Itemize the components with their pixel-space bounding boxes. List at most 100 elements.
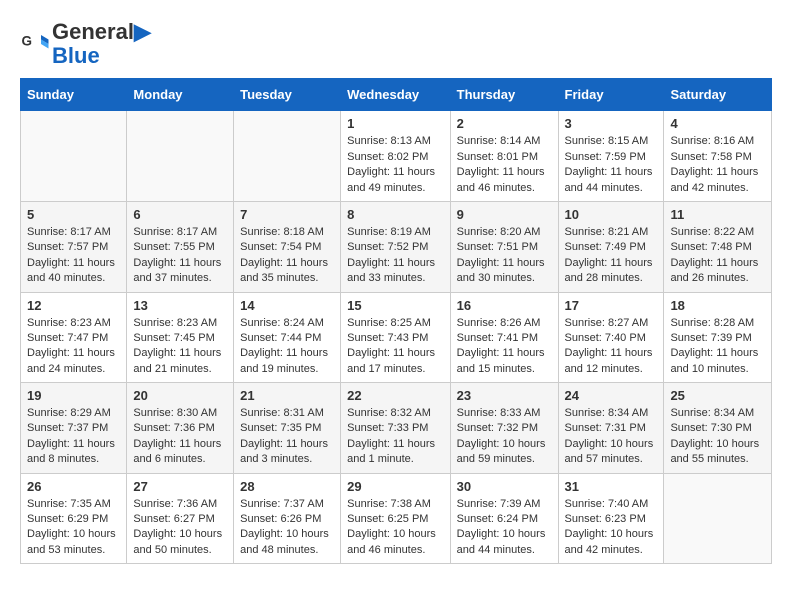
calendar-cell: 7 Sunrise: 8:18 AM Sunset: 7:54 PM Daylig… [234, 201, 341, 292]
header-day-monday: Monday [127, 79, 234, 111]
day-info: Sunrise: 8:16 AM Sunset: 7:58 PM Dayligh… [670, 134, 765, 196]
day-info: Sunrise: 8:13 AM Sunset: 8:02 PM Dayligh… [347, 134, 444, 196]
calendar-cell: 12 Sunrise: 8:23 AM Sunset: 7:47 PM Dayli… [21, 292, 127, 383]
calendar-cell: 1 Sunrise: 8:13 AM Sunset: 8:02 PM Daylig… [341, 111, 451, 202]
calendar-body: 1 Sunrise: 8:13 AM Sunset: 8:02 PM Daylig… [21, 111, 772, 564]
day-number: 26 [27, 479, 120, 494]
day-number: 24 [565, 388, 658, 403]
calendar-cell: 20 Sunrise: 8:30 AM Sunset: 7:36 PM Dayli… [127, 383, 234, 474]
calendar-week-row: 5 Sunrise: 8:17 AM Sunset: 7:57 PM Daylig… [21, 201, 772, 292]
header-day-thursday: Thursday [450, 79, 558, 111]
calendar-cell: 18Sunrise: 8:28 AM Sunset: 7:39 PM Dayli… [664, 292, 772, 383]
day-number: 15 [347, 298, 444, 313]
day-number: 16 [457, 298, 552, 313]
day-info: Sunrise: 8:22 AM Sunset: 7:48 PM Dayligh… [670, 225, 765, 287]
calendar-cell: 29Sunrise: 7:38 AM Sunset: 6:25 PM Dayli… [341, 473, 451, 564]
day-number: 30 [457, 479, 552, 494]
calendar-cell: 21 Sunrise: 8:31 AM Sunset: 7:35 PM Dayli… [234, 383, 341, 474]
calendar-cell: 11Sunrise: 8:22 AM Sunset: 7:48 PM Dayli… [664, 201, 772, 292]
page-header: G General▶ Blue [20, 20, 772, 68]
day-info: Sunrise: 7:39 AM Sunset: 6:24 PM Dayligh… [457, 497, 552, 559]
day-info: Sunrise: 8:34 AM Sunset: 7:30 PM Dayligh… [670, 406, 765, 468]
day-info: Sunrise: 8:27 AM Sunset: 7:40 PM Dayligh… [565, 316, 658, 378]
calendar-cell: 16 Sunrise: 8:26 AM Sunset: 7:41 PM Dayli… [450, 292, 558, 383]
day-number: 18 [670, 298, 765, 313]
day-info: Sunrise: 8:30 AM Sunset: 7:36 PM Dayligh… [133, 406, 227, 468]
day-info: Sunrise: 8:18 AM Sunset: 7:54 PM Dayligh… [240, 225, 334, 287]
header-day-saturday: Saturday [664, 79, 772, 111]
day-info: Sunrise: 7:40 AM Sunset: 6:23 PM Dayligh… [565, 497, 658, 559]
day-info: Sunrise: 8:24 AM Sunset: 7:44 PM Dayligh… [240, 316, 334, 378]
header-day-tuesday: Tuesday [234, 79, 341, 111]
day-info: Sunrise: 8:31 AM Sunset: 7:35 PM Dayligh… [240, 406, 334, 468]
calendar-cell: 19Sunrise: 8:29 AM Sunset: 7:37 PM Dayli… [21, 383, 127, 474]
header-day-sunday: Sunday [21, 79, 127, 111]
day-number: 6 [133, 207, 227, 222]
svg-text:G: G [22, 34, 33, 49]
calendar-cell: 3 Sunrise: 8:15 AM Sunset: 7:59 PM Daylig… [558, 111, 664, 202]
calendar-cell: 8 Sunrise: 8:19 AM Sunset: 7:52 PM Daylig… [341, 201, 451, 292]
calendar-cell: 28 Sunrise: 7:37 AM Sunset: 6:26 PM Dayli… [234, 473, 341, 564]
logo-icon: G [20, 29, 50, 59]
calendar-cell: 4 Sunrise: 8:16 AM Sunset: 7:58 PM Daylig… [664, 111, 772, 202]
day-number: 10 [565, 207, 658, 222]
calendar-cell: 5 Sunrise: 8:17 AM Sunset: 7:57 PM Daylig… [21, 201, 127, 292]
calendar-week-row: 12 Sunrise: 8:23 AM Sunset: 7:47 PM Dayli… [21, 292, 772, 383]
logo: G General▶ Blue [20, 20, 151, 68]
calendar-week-row: 26 Sunrise: 7:35 AM Sunset: 6:29 PM Dayli… [21, 473, 772, 564]
calendar-table: SundayMondayTuesdayWednesdayThursdayFrid… [20, 78, 772, 564]
day-info: Sunrise: 7:35 AM Sunset: 6:29 PM Dayligh… [27, 497, 120, 559]
day-info: Sunrise: 7:37 AM Sunset: 6:26 PM Dayligh… [240, 497, 334, 559]
day-number: 7 [240, 207, 334, 222]
day-number: 5 [27, 207, 120, 222]
calendar-cell: 2Sunrise: 8:14 AM Sunset: 8:01 PM Daylig… [450, 111, 558, 202]
logo-text: General▶ Blue [52, 20, 151, 68]
calendar-cell: 25 Sunrise: 8:34 AM Sunset: 7:30 PM Dayli… [664, 383, 772, 474]
day-number: 29 [347, 479, 444, 494]
calendar-cell: 10 Sunrise: 8:21 AM Sunset: 7:49 PM Dayli… [558, 201, 664, 292]
day-info: Sunrise: 8:26 AM Sunset: 7:41 PM Dayligh… [457, 316, 552, 378]
calendar-cell: 13Sunrise: 8:23 AM Sunset: 7:45 PM Dayli… [127, 292, 234, 383]
calendar-cell: 14 Sunrise: 8:24 AM Sunset: 7:44 PM Dayli… [234, 292, 341, 383]
calendar-cell: 23Sunrise: 8:33 AM Sunset: 7:32 PM Dayli… [450, 383, 558, 474]
day-info: Sunrise: 8:29 AM Sunset: 7:37 PM Dayligh… [27, 406, 120, 468]
calendar-week-row: 1 Sunrise: 8:13 AM Sunset: 8:02 PM Daylig… [21, 111, 772, 202]
day-info: Sunrise: 8:23 AM Sunset: 7:47 PM Dayligh… [27, 316, 120, 378]
day-info: Sunrise: 8:15 AM Sunset: 7:59 PM Dayligh… [565, 134, 658, 196]
day-info: Sunrise: 8:21 AM Sunset: 7:49 PM Dayligh… [565, 225, 658, 287]
day-number: 25 [670, 388, 765, 403]
calendar-cell: 30 Sunrise: 7:39 AM Sunset: 6:24 PM Dayli… [450, 473, 558, 564]
calendar-cell: 6 Sunrise: 8:17 AM Sunset: 7:55 PM Daylig… [127, 201, 234, 292]
day-info: Sunrise: 8:23 AM Sunset: 7:45 PM Dayligh… [133, 316, 227, 378]
calendar-cell [127, 111, 234, 202]
day-number: 21 [240, 388, 334, 403]
day-number: 14 [240, 298, 334, 313]
day-number: 22 [347, 388, 444, 403]
day-number: 23 [457, 388, 552, 403]
day-number: 4 [670, 116, 765, 131]
calendar-cell: 31Sunrise: 7:40 AM Sunset: 6:23 PM Dayli… [558, 473, 664, 564]
day-info: Sunrise: 7:36 AM Sunset: 6:27 PM Dayligh… [133, 497, 227, 559]
day-number: 20 [133, 388, 227, 403]
calendar-cell: 26 Sunrise: 7:35 AM Sunset: 6:29 PM Dayli… [21, 473, 127, 564]
day-number: 8 [347, 207, 444, 222]
day-info: Sunrise: 8:34 AM Sunset: 7:31 PM Dayligh… [565, 406, 658, 468]
day-info: Sunrise: 8:17 AM Sunset: 7:55 PM Dayligh… [133, 225, 227, 287]
calendar-cell: 27 Sunrise: 7:36 AM Sunset: 6:27 PM Dayli… [127, 473, 234, 564]
header-day-friday: Friday [558, 79, 664, 111]
day-number: 3 [565, 116, 658, 131]
calendar-cell: 22 Sunrise: 8:32 AM Sunset: 7:33 PM Dayli… [341, 383, 451, 474]
day-info: Sunrise: 8:19 AM Sunset: 7:52 PM Dayligh… [347, 225, 444, 287]
day-number: 9 [457, 207, 552, 222]
calendar-cell: 9Sunrise: 8:20 AM Sunset: 7:51 PM Daylig… [450, 201, 558, 292]
day-number: 1 [347, 116, 444, 131]
day-info: Sunrise: 8:17 AM Sunset: 7:57 PM Dayligh… [27, 225, 120, 287]
day-info: Sunrise: 8:25 AM Sunset: 7:43 PM Dayligh… [347, 316, 444, 378]
day-info: Sunrise: 8:14 AM Sunset: 8:01 PM Dayligh… [457, 134, 552, 196]
day-info: Sunrise: 8:32 AM Sunset: 7:33 PM Dayligh… [347, 406, 444, 468]
calendar-cell: 24 Sunrise: 8:34 AM Sunset: 7:31 PM Dayli… [558, 383, 664, 474]
day-number: 28 [240, 479, 334, 494]
day-number: 27 [133, 479, 227, 494]
calendar-cell: 17Sunrise: 8:27 AM Sunset: 7:40 PM Dayli… [558, 292, 664, 383]
day-number: 12 [27, 298, 120, 313]
